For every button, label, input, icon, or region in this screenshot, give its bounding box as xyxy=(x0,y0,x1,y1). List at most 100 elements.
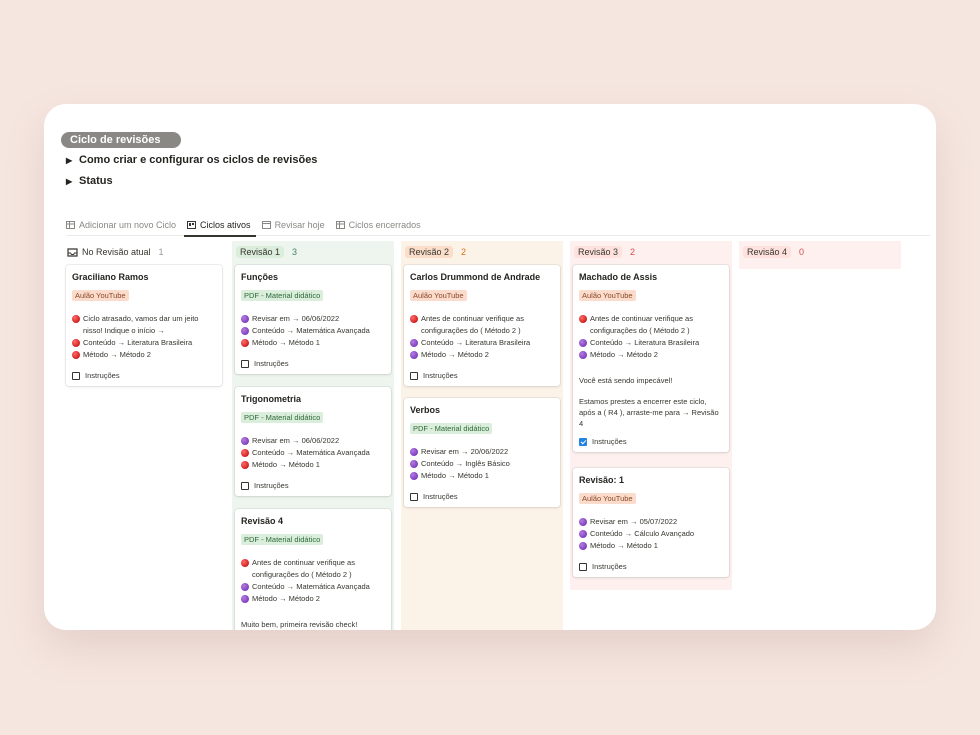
purple-circle-icon xyxy=(579,339,587,347)
card-line: Método → Método 2 xyxy=(410,349,553,361)
column-no-revisao: No Revisão atual 1 Graciliano Ramos Aulã… xyxy=(63,241,225,630)
column-header[interactable]: Revisão 4 0 xyxy=(739,241,901,263)
card-paragraph: Estamos prestes a encerrer este ciclo, a… xyxy=(579,397,719,428)
card-line-text: Método → Método 1 xyxy=(252,460,320,469)
purple-circle-icon xyxy=(241,595,249,603)
column-revisao-4: Revisão 4 0 xyxy=(739,241,901,269)
instructions-checkbox[interactable]: Instruções xyxy=(579,562,722,571)
checkbox-label: Instruções xyxy=(254,481,289,490)
toggle-status[interactable]: ▶ Status xyxy=(66,175,113,187)
instructions-checkbox[interactable]: Instruções xyxy=(241,359,384,368)
column-title: Revisão 2 xyxy=(405,246,454,258)
card-line-text: Conteúdo → Matemática Avançada xyxy=(252,582,370,591)
red-circle-icon xyxy=(241,449,249,457)
card-line-text: Método → Método 2 xyxy=(421,350,489,359)
instructions-checkbox[interactable]: Instruções xyxy=(579,437,722,446)
card[interactable]: Machado de Assis Aulão YouTube Antes de … xyxy=(573,265,729,452)
section-title: Ciclo de revisões xyxy=(61,132,181,148)
card-line-text: Ciclo atrasado, vamos dar um jeito nisso… xyxy=(83,314,199,335)
purple-circle-icon xyxy=(241,315,249,323)
red-circle-icon xyxy=(72,351,80,359)
toggle-arrow-icon[interactable]: ▶ xyxy=(66,156,79,165)
checked-checkbox-icon[interactable] xyxy=(579,437,587,446)
card-line-text: Revisar em → 06/06/2022 xyxy=(252,436,340,445)
tab-review-today[interactable]: Revisar hoje xyxy=(261,214,330,236)
checkbox-label: Instruções xyxy=(592,437,627,446)
card-line-text: Método → Método 1 xyxy=(421,471,489,480)
card-line-text: Método → Método 2 xyxy=(252,594,320,603)
checkbox-icon[interactable] xyxy=(410,492,418,501)
column-count: 2 xyxy=(461,247,467,257)
card-line: Antes de continuar verifique as configur… xyxy=(579,313,722,337)
card-line-text: Antes de continuar verifique as configur… xyxy=(421,314,524,335)
checkbox-icon[interactable] xyxy=(579,562,587,571)
column-count: 3 xyxy=(292,247,298,257)
table-icon xyxy=(335,221,345,229)
card[interactable]: Graciliano Ramos Aulão YouTube Ciclo atr… xyxy=(66,265,222,386)
column-header[interactable]: Revisão 3 2 xyxy=(570,241,732,263)
card[interactable]: Revisão 4 PDF - Material didático Antes … xyxy=(235,509,391,630)
column-revisao-3: Revisão 3 2 Machado de Assis Aulão YouTu… xyxy=(570,241,732,590)
instructions-checkbox[interactable]: Instruções xyxy=(410,492,553,501)
card-line: Revisar em → 20/06/2022 xyxy=(410,446,553,458)
card[interactable]: Trigonometria PDF - Material didático Re… xyxy=(235,387,391,496)
tab-add-cycle[interactable]: Adicionar um novo Ciclo xyxy=(66,214,181,236)
card-line: Método → Método 2 xyxy=(72,349,215,361)
calendar-icon xyxy=(261,221,271,229)
tab-closed-cycles[interactable]: Ciclos encerrados xyxy=(335,214,426,236)
card-line: Método → Método 1 xyxy=(241,459,384,471)
card-line-text: Revisar em → 05/07/2022 xyxy=(590,517,678,526)
purple-circle-icon xyxy=(241,327,249,335)
red-circle-icon xyxy=(241,559,249,567)
column-header[interactable]: Revisão 2 2 xyxy=(401,241,563,263)
card-title: Funções xyxy=(241,272,279,282)
column-title: Revisão 4 xyxy=(743,246,792,258)
red-circle-icon xyxy=(241,339,249,347)
checkbox-icon[interactable] xyxy=(241,359,249,368)
checkbox-icon[interactable] xyxy=(241,481,249,490)
toggle-how-to[interactable]: ▶ Como criar e configurar os ciclos de r… xyxy=(66,154,317,166)
purple-circle-icon xyxy=(579,542,587,550)
card-paragraph: Muito bem, primeira revisão check! xyxy=(241,620,358,629)
instructions-checkbox[interactable]: Instruções xyxy=(241,481,384,490)
purple-circle-icon xyxy=(579,530,587,538)
card-line: Conteúdo → Matemática Avançada xyxy=(241,447,384,459)
instructions-checkbox[interactable]: Instruções xyxy=(410,371,553,380)
card-line: Conteúdo → Literatura Brasileira xyxy=(410,337,553,349)
red-circle-icon xyxy=(410,315,418,323)
table-icon xyxy=(66,221,75,229)
card-line-text: Conteúdo → Literatura Brasileira xyxy=(590,338,700,347)
card-tag: Aulão YouTube xyxy=(579,290,636,301)
card-line: Método → Método 1 xyxy=(241,337,384,349)
checkbox-icon[interactable] xyxy=(410,371,418,380)
checkbox-icon[interactable] xyxy=(72,371,80,380)
card-line: Conteúdo → Cálculo Avançado xyxy=(579,528,722,540)
card[interactable]: Funções PDF - Material didático Revisar … xyxy=(235,265,391,374)
card-line: Antes de continuar verifique as configur… xyxy=(410,313,553,337)
card[interactable]: Carlos Drummond de Andrade Aulão YouTube… xyxy=(404,265,560,386)
column-title: No Revisão atual xyxy=(82,247,151,257)
card[interactable]: Verbos PDF - Material didático Revisar e… xyxy=(404,398,560,507)
card-tag: Aulão YouTube xyxy=(72,290,129,301)
card-line: Conteúdo → Matemática Avançada xyxy=(241,581,384,593)
column-count: 0 xyxy=(799,247,805,257)
card-tag: Aulão YouTube xyxy=(579,493,636,504)
checkbox-label: Instruções xyxy=(85,371,120,380)
card-title: Carlos Drummond de Andrade xyxy=(410,272,541,282)
red-circle-icon xyxy=(579,315,587,323)
card-line: Método → Método 1 xyxy=(410,470,553,482)
column-header[interactable]: Revisão 1 3 xyxy=(232,241,394,263)
tab-active-cycles[interactable]: Ciclos ativos xyxy=(184,214,256,237)
column-title: Revisão 3 xyxy=(574,246,623,258)
toggle-arrow-icon[interactable]: ▶ xyxy=(66,177,79,186)
card-line-text: Método → Método 1 xyxy=(252,338,320,347)
column-revisao-2: Revisão 2 2 Carlos Drummond de Andrade A… xyxy=(401,241,563,630)
notion-window: Ciclo de revisões ▶ Como criar e configu… xyxy=(44,104,936,630)
card-tag: PDF - Material didático xyxy=(241,534,324,545)
checkbox-label: Instruções xyxy=(423,492,458,501)
card-line: Método → Método 1 xyxy=(579,540,722,552)
red-circle-icon xyxy=(72,315,80,323)
column-header[interactable]: No Revisão atual 1 xyxy=(63,241,225,263)
instructions-checkbox[interactable]: Instruções xyxy=(72,371,215,380)
card[interactable]: Revisão: 1 Aulão YouTube Revisar em → 05… xyxy=(573,468,729,577)
